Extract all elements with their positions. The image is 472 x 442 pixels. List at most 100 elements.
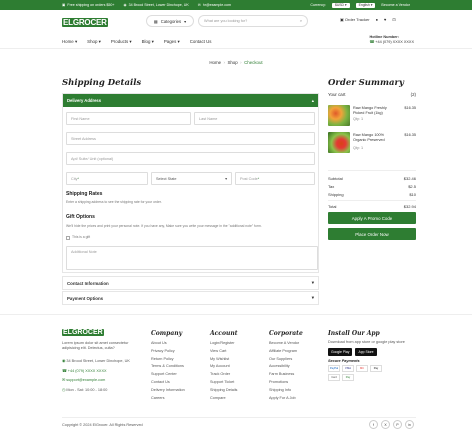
footer-link[interactable]: Contact Us — [151, 379, 185, 387]
search-input[interactable]: What are you looking for? ⌕ — [198, 15, 308, 27]
footer-link[interactable]: Return Policy — [151, 356, 185, 364]
order-tracker-link[interactable]: ▣ Order Tracker — [340, 17, 370, 22]
chevron-down-icon: ▾ — [311, 295, 314, 300]
order-summary-title: Order Summary — [328, 78, 404, 88]
footer-link[interactable]: My Wishlist — [210, 356, 237, 364]
header: ELGROCER ▦ Categories ▾ What are you looki… — [0, 10, 472, 35]
chevron-down-icon: ▾ — [184, 18, 187, 24]
nav-blog[interactable]: Blog ▾ — [142, 39, 154, 45]
footer-link[interactable]: Support Ticket — [210, 379, 237, 387]
nav-products[interactable]: Products ▾ — [111, 39, 132, 45]
tax-row: Tax $2.5 — [328, 184, 416, 189]
heart-icon[interactable]: ♥ — [384, 17, 386, 22]
total-row: Total $32.94 — [328, 204, 416, 209]
totals: Subtotal $32.46 Tax $2.5 Shipping $10 Total… — [328, 170, 416, 212]
first-name-field[interactable]: First Name — [66, 112, 191, 125]
payment-options-section[interactable]: Payment Options ▾ — [62, 291, 319, 305]
page-title: Shipping Details — [62, 78, 142, 88]
nav-shop[interactable]: Shop ▾ — [87, 39, 101, 45]
footer-link[interactable]: Accessibility — [269, 363, 303, 371]
postcode-field[interactable]: Post Code * — [235, 172, 315, 185]
linkedin-icon[interactable]: in — [405, 420, 414, 429]
footer-link[interactable]: Login/Register — [210, 340, 237, 348]
checkbox-icon[interactable] — [66, 235, 70, 240]
footer-link[interactable]: Delivery Information — [151, 387, 185, 395]
footer-logo[interactable]: ELGROCER — [62, 329, 104, 336]
footer-link[interactable]: Support Center — [151, 371, 185, 379]
apply-promo-button[interactable]: Apply A Promo Code — [328, 212, 416, 224]
footer-link[interactable]: Careers — [151, 395, 185, 403]
footer-link[interactable]: Terms & Conditions — [151, 363, 185, 371]
header-actions: ▣ Order Tracker ● ♥ ⊡ — [340, 17, 396, 22]
categories-button[interactable]: ▦ Categories ▾ — [146, 15, 194, 27]
shipping-row: Shipping $10 — [328, 192, 416, 197]
hotline: Hotline Number: ☎ +44 (079) XXXX XXXX — [369, 35, 414, 44]
product-image — [328, 132, 350, 153]
footer: ELGROCER Lorem ipsum dolor sit amet cons… — [0, 314, 472, 442]
nav-contact[interactable]: Contact Us — [190, 39, 212, 45]
social-links: f X P in — [369, 420, 414, 429]
footer-link[interactable]: Our Suppliers — [269, 356, 303, 364]
x-icon[interactable]: X — [381, 420, 390, 429]
shipping-rates-title: Shipping Rates — [66, 191, 103, 197]
gift-options-title: Gift Options — [66, 214, 95, 220]
apt-field[interactable]: Apt/ Suite/ Unit (optional) — [66, 152, 315, 165]
main-nav: Home ▾ Shop ▾ Products ▾ Blog ▾ Pages ▾ … — [0, 35, 472, 49]
contact-information-section[interactable]: Contact Information ▾ — [62, 276, 319, 290]
footer-link[interactable]: Shipping Details — [210, 387, 237, 395]
product-qty: Qty: 1 — [353, 117, 364, 121]
footer-link[interactable]: View Cart — [210, 348, 237, 356]
footer-link[interactable]: Promotions — [269, 379, 303, 387]
product-price: $16.35 — [404, 106, 416, 110]
footer-link[interactable]: Shipping Info — [269, 387, 303, 395]
footer-company: Company About Us Privacy Policy Return P… — [151, 330, 185, 402]
product-name[interactable]: Raw Mango Freshly Picked Fruit (1kg) — [353, 106, 397, 115]
footer-link[interactable]: Become A Vendor — [269, 340, 303, 348]
footer-link[interactable]: Apply For A Job — [269, 395, 303, 403]
delivery-header[interactable]: Delivery Address ▴ — [63, 94, 318, 107]
city-field[interactable]: City * — [66, 172, 148, 185]
state-select[interactable]: Select State ▾ — [151, 172, 232, 185]
phone-icon: ☎ — [369, 40, 375, 44]
nav-home[interactable]: Home ▾ — [62, 39, 77, 45]
last-name-field[interactable]: Last Name — [194, 112, 315, 125]
street-field[interactable]: Street Address — [66, 132, 315, 145]
footer-link[interactable]: Affiliate Program — [269, 348, 303, 356]
footer-link[interactable]: My Account — [210, 363, 237, 371]
mail-icon: ✉ — [197, 3, 201, 7]
product-price: $16.35 — [404, 133, 416, 137]
become-vendor-link[interactable]: Become a Vendor — [381, 3, 410, 7]
language-select[interactable]: English ▾ — [355, 2, 376, 8]
chevron-down-icon: ▾ — [311, 280, 314, 285]
product-image — [328, 105, 350, 126]
footer-link[interactable]: Privacy Policy — [151, 348, 185, 356]
place-order-button[interactable]: Place Order Now — [328, 228, 416, 240]
nav-pages[interactable]: Pages ▾ — [164, 39, 180, 45]
facebook-icon[interactable]: f — [369, 420, 378, 429]
chevron-up-icon: ▴ — [311, 98, 314, 103]
topbar-address: ◉ 34 Brood Street, Lower Dinchope, UK — [123, 3, 189, 7]
footer-link[interactable]: Compare — [210, 395, 237, 403]
paypal-icon: PayPal — [328, 365, 340, 372]
footer-link[interactable]: Farm Business — [269, 371, 303, 379]
pinterest-icon[interactable]: P — [393, 420, 402, 429]
product-name[interactable]: Raw Mango 100% Organic Preserved — [353, 133, 397, 142]
additional-note-field[interactable]: Additional Note — [66, 246, 318, 270]
footer-link[interactable]: Track Order — [210, 371, 237, 379]
app-store-button[interactable]: App Store — [355, 348, 377, 356]
site-logo[interactable]: ELGROCER — [62, 18, 108, 27]
currency-select[interactable]: $USD ▾ — [331, 2, 350, 8]
breadcrumb: Home › Shop › Checkout — [209, 60, 263, 65]
cart-heading: Your cart (2) — [328, 92, 416, 97]
breadcrumb-home[interactable]: Home — [209, 60, 221, 65]
user-icon[interactable]: ● — [376, 17, 378, 22]
gift-checkbox[interactable]: This is a gift — [66, 235, 90, 240]
applepay-icon: Pay — [370, 365, 382, 372]
location-icon: ◉ — [62, 359, 66, 363]
search-icon[interactable]: ⌕ — [300, 19, 302, 23]
cart-icon[interactable]: ⊡ — [392, 17, 395, 22]
google-play-button[interactable]: Google Play — [328, 348, 353, 356]
breadcrumb-shop[interactable]: Shop — [227, 60, 237, 65]
topbar-email[interactable]: ✉ hr@example.com — [198, 3, 231, 7]
footer-link[interactable]: About Us — [151, 340, 185, 348]
